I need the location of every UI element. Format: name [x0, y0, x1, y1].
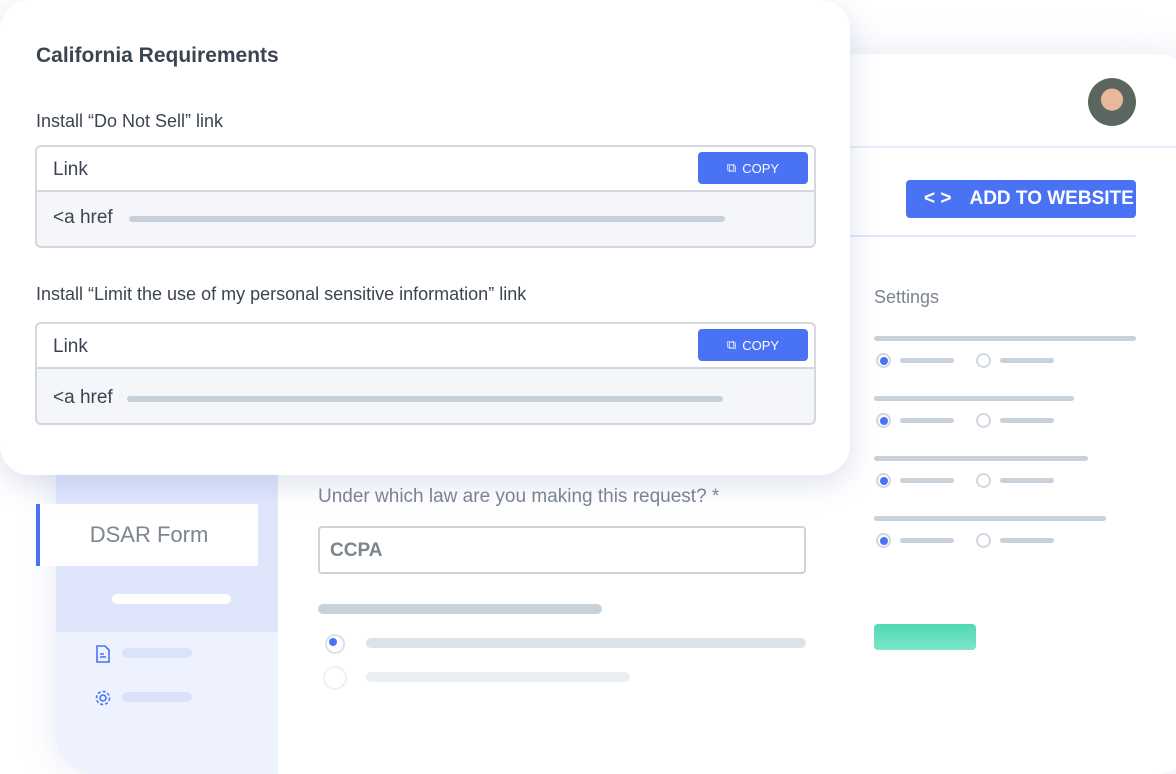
sidebar-item-dsar-form[interactable]: DSAR Form	[36, 504, 258, 566]
code-icon: < >	[924, 188, 952, 209]
setting-label	[874, 456, 1088, 461]
copy-button[interactable]: ⧉ COPY	[698, 152, 808, 184]
limit-use-label: Install “Limit the use of my personal se…	[36, 284, 527, 304]
setting-radio-on[interactable]	[876, 533, 891, 548]
california-requirements-modal: California Requirements Install “Do Not …	[0, 0, 850, 475]
sidebar-item-documents[interactable]	[122, 648, 192, 658]
setting-radio-off[interactable]	[976, 533, 991, 548]
radio-option-1[interactable]	[325, 634, 345, 654]
copy-icon: ⧉	[726, 337, 737, 352]
add-to-website-button[interactable]: < > ADD TO WEBSITE	[906, 180, 1136, 218]
document-icon	[96, 645, 110, 663]
setting-label	[874, 336, 1136, 341]
settings-title: Settings	[874, 287, 940, 307]
setting-radio-off[interactable]	[976, 413, 991, 428]
sidebar-item-settings[interactable]	[122, 692, 192, 702]
setting-radio-on[interactable]	[876, 413, 891, 428]
avatar[interactable]	[1088, 78, 1136, 126]
copy-button[interactable]: ⧉ COPY	[698, 329, 808, 361]
code-snippet[interactable]: <a href	[53, 207, 113, 229]
modal-title: California Requirements	[36, 44, 279, 67]
setting-label	[874, 516, 1106, 521]
field-label: Link	[53, 159, 88, 180]
code-snippet[interactable]: <a href	[53, 387, 113, 409]
setting-radio-on[interactable]	[876, 353, 891, 368]
law-input[interactable]: CCPA	[318, 526, 806, 574]
radio-option-2[interactable]	[323, 666, 347, 690]
law-question: Under which law are you making this requ…	[318, 486, 720, 507]
save-button[interactable]	[874, 624, 976, 650]
do-not-sell-label: Install “Do Not Sell” link	[36, 111, 224, 131]
setting-radio-off[interactable]	[976, 353, 991, 368]
setting-label	[874, 396, 1074, 401]
setting-radio-on[interactable]	[876, 473, 891, 488]
setting-radio-off[interactable]	[976, 473, 991, 488]
gear-icon	[95, 690, 111, 706]
do-not-sell-code-box: Link ⧉ COPY <a href	[35, 145, 816, 248]
copy-icon: ⧉	[726, 160, 737, 175]
limit-use-code-box: Link ⧉ COPY <a href	[35, 322, 816, 425]
field-label: Link	[53, 336, 88, 357]
